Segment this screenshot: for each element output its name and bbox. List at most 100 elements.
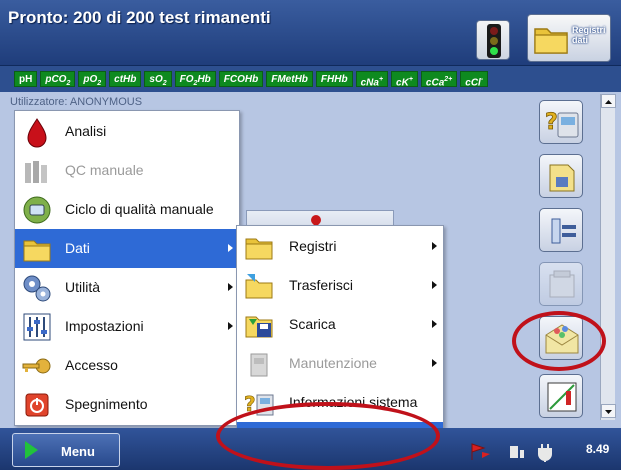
menu-item-label: Analisi bbox=[65, 123, 107, 139]
submenu-arrow-icon bbox=[432, 359, 437, 367]
cassette-icon bbox=[549, 270, 575, 298]
menu-item-label: Impostazioni bbox=[65, 318, 144, 334]
parameter-chip: cNa+ bbox=[355, 71, 389, 89]
menu-item-label: Spegnimento bbox=[65, 396, 148, 412]
folder-icon bbox=[243, 231, 275, 263]
parameter-chip: sO2 bbox=[144, 71, 172, 87]
parameter-chip: FO2Hb bbox=[174, 71, 216, 87]
help-analyzer-icon: ? bbox=[545, 110, 579, 138]
cassette-button[interactable] bbox=[539, 262, 583, 306]
menu-item-trasferisci[interactable]: Trasferisci bbox=[237, 266, 443, 305]
parameter-chip: cK+ bbox=[391, 71, 418, 89]
play-arrow-icon bbox=[25, 441, 38, 459]
parameter-chip: pCO2 bbox=[40, 71, 76, 87]
menu-item-ciclo-di-qualit-manuale[interactable]: Ciclo di qualità manuale bbox=[15, 190, 239, 229]
document-save-icon bbox=[549, 164, 575, 192]
system-info-icon: ? bbox=[243, 387, 275, 419]
submenu-arrow-icon bbox=[228, 322, 233, 330]
parameter-name: FMetHb bbox=[271, 74, 308, 85]
error-report-icon bbox=[545, 324, 579, 354]
top-status-bar: Pronto: 200 di 200 test rimanenti Regist… bbox=[0, 0, 621, 66]
gears-icon bbox=[21, 272, 53, 304]
submenu-arrow-icon bbox=[432, 320, 437, 328]
error-report-toolbar-button[interactable] bbox=[539, 316, 583, 360]
menu-item-utilit[interactable]: Utilità bbox=[15, 268, 239, 307]
data-records-button[interactable]: Registri dati bbox=[527, 14, 611, 62]
menu-item-informazioni-sistema[interactable]: ? Informazioni sistema bbox=[237, 383, 443, 422]
quality-cycle-icon bbox=[21, 194, 53, 226]
power-icon bbox=[21, 389, 53, 421]
arrow-up-icon bbox=[605, 100, 612, 104]
maintenance-icon bbox=[243, 348, 275, 380]
menu-item-spegnimento[interactable]: Spegnimento bbox=[15, 385, 239, 424]
parameter-chip: FMetHb bbox=[266, 71, 313, 87]
bottom-bar: Menu 8.49 bbox=[0, 428, 621, 470]
calibration-trend-button[interactable] bbox=[539, 374, 583, 418]
status-title: Pronto: 200 di 200 test rimanenti bbox=[8, 8, 271, 27]
parameter-superscript: + bbox=[378, 76, 384, 83]
parameter-subscript: 2 bbox=[66, 80, 71, 87]
menu-item-label: Dati bbox=[65, 240, 90, 256]
menu-item-impostazioni[interactable]: Impostazioni bbox=[15, 307, 239, 346]
parameter-chip: cCl- bbox=[460, 71, 489, 88]
menu-item-qc-manuale[interactable]: QC manuale bbox=[15, 151, 239, 190]
traffic-light-icon bbox=[487, 24, 501, 58]
key-icon bbox=[21, 350, 53, 382]
svg-text:?: ? bbox=[244, 392, 256, 416]
menu-item-label: Ciclo di qualità manuale bbox=[65, 201, 214, 217]
menu-item-accesso[interactable]: Accesso bbox=[15, 346, 239, 385]
blood-drop-icon bbox=[21, 116, 53, 148]
clock: 8.49 bbox=[586, 442, 610, 456]
parameter-chip: FCOHb bbox=[218, 71, 264, 87]
menu-item-label: Registri bbox=[289, 238, 337, 254]
help-analyzer-button[interactable]: ? bbox=[539, 100, 583, 144]
printer-icon bbox=[510, 446, 524, 458]
parameter-name: cNa bbox=[360, 77, 379, 89]
menu-item-label: Trasferisci bbox=[289, 277, 354, 293]
parameter-chip: pH bbox=[14, 71, 38, 87]
menu-item-manutenzione[interactable]: Manutenzione bbox=[237, 344, 443, 383]
records-button-label: Registri dati bbox=[572, 25, 606, 45]
transfer-folder-icon bbox=[243, 270, 275, 302]
parameter-name: FHHb bbox=[320, 74, 348, 85]
parameter-subscript: 2 bbox=[162, 80, 167, 87]
parameter-chip: ctHb bbox=[109, 71, 142, 87]
parameter-name: pH bbox=[19, 74, 33, 85]
parameter-chip: FHHb bbox=[315, 71, 353, 87]
menu-item-registri[interactable]: Registri bbox=[237, 227, 443, 266]
parameter-subscript: 2 bbox=[97, 80, 102, 87]
trend-chart-icon bbox=[547, 382, 577, 412]
document-save-button[interactable] bbox=[539, 154, 583, 198]
parameter-name: cK bbox=[396, 77, 409, 89]
vertical-scrollbar[interactable] bbox=[600, 94, 616, 420]
menu-item-label: Informazioni sistema bbox=[289, 394, 418, 410]
parameter-name: pCO bbox=[45, 74, 67, 85]
parameter-superscript: + bbox=[408, 76, 413, 83]
qc-vials-icon bbox=[21, 155, 53, 187]
traffic-light-button[interactable] bbox=[476, 20, 510, 60]
parameter-name: FCOHb bbox=[223, 74, 259, 85]
scroll-up-arrow[interactable] bbox=[601, 94, 616, 108]
scroll-down-arrow[interactable] bbox=[601, 404, 616, 418]
parameter-list: pH pCO2 pO2 ctHb sO2 FO2Hb FCOHb FMetHb FHHb cNa+… bbox=[14, 71, 489, 89]
parameter-name: cCa bbox=[425, 77, 445, 89]
user-label: Utilizzatore: ANONYMOUS bbox=[10, 96, 143, 108]
syringe-icon bbox=[551, 218, 576, 244]
data-submenu: Registri Trasferisci Scarica Manutenzione? I… bbox=[236, 225, 444, 461]
flag-icon bbox=[471, 443, 490, 460]
status-icons bbox=[471, 443, 552, 462]
parameter-superscript: 2+ bbox=[444, 76, 453, 83]
submenu-arrow-icon bbox=[228, 244, 233, 252]
syringe-sample-button[interactable] bbox=[539, 208, 583, 252]
submenu-arrow-icon bbox=[228, 283, 233, 291]
menu-item-label: Manutenzione bbox=[289, 355, 377, 371]
folder-icon bbox=[21, 233, 53, 265]
menu-item-scarica[interactable]: Scarica bbox=[237, 305, 443, 344]
menu-item-dati[interactable]: Dati bbox=[15, 229, 239, 268]
menu-button[interactable]: Menu bbox=[12, 433, 120, 467]
menu-item-analisi[interactable]: Analisi bbox=[15, 112, 239, 151]
parameter-chip: pO2 bbox=[78, 71, 107, 87]
svg-text:?: ? bbox=[545, 110, 558, 135]
parameter-name: ctHb bbox=[114, 74, 137, 85]
menu-item-label: Utilità bbox=[65, 279, 101, 295]
